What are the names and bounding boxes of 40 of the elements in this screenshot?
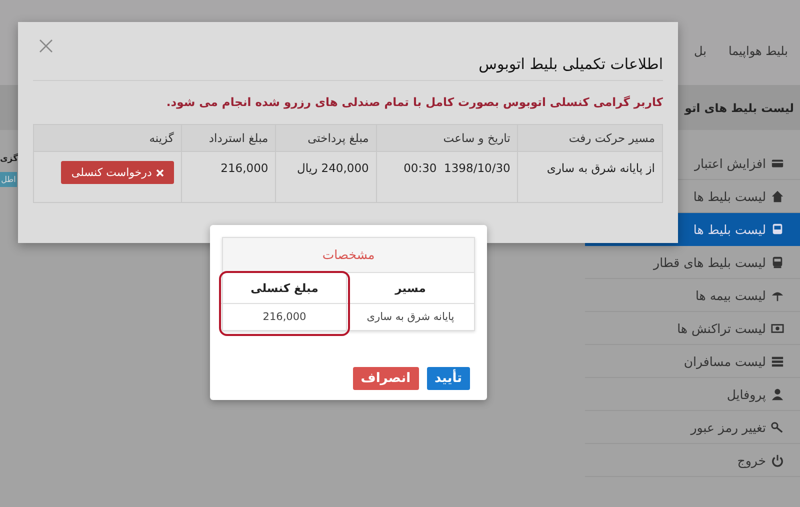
nav-link[interactable]: بل — [694, 28, 706, 58]
column-header: گزی — [0, 154, 18, 164]
table-cell-text: پایانه شرق به ساری — [366, 310, 456, 325]
x-icon — [156, 168, 164, 176]
notice-text: کاربر گرامی کنسلی اتوبوس بصورت کامل با تمام صندلی های رزرو شده انجام می شود. — [165, 95, 663, 109]
column-header: تاریخ و ساعت — [376, 124, 518, 152]
cancel-request-button[interactable]: درخواست کنسلی — [61, 161, 174, 184]
column-header: مبلغ کنسلی — [221, 273, 348, 304]
info-button[interactable]: اطل — [0, 172, 17, 187]
nav-link[interactable]: بلیط هواپیما — [728, 28, 788, 58]
bus-icon — [771, 223, 784, 236]
sidebar-item[interactable]: لیست بیمه ها — [585, 279, 800, 312]
train-icon — [771, 256, 784, 268]
home-icon — [771, 190, 784, 202]
table-cell: از پایانه شرق به ساری — [518, 152, 662, 202]
cancel-button[interactable]: انصراف — [352, 367, 419, 390]
page-title: لیست بلیط های اتو — [684, 100, 794, 114]
list-icon — [771, 354, 784, 368]
column-header: گزینه — [34, 124, 182, 152]
modal-title: اطلاعات تکمیلی بلیط اتوبوس — [478, 55, 663, 73]
power-icon — [771, 454, 784, 466]
table-cell: 240,000 ریال — [276, 152, 376, 202]
column-header: مبلغ پرداختی — [276, 124, 376, 152]
sidebar-item[interactable]: تغییر رمز عبور — [585, 411, 800, 444]
sidebar-item[interactable]: لیست مسافران — [585, 345, 800, 378]
table-cell: 1398/10/30 00:30 — [376, 152, 518, 202]
sidebar-item[interactable]: لیست بلیط های قطار — [585, 246, 800, 279]
sidebar-item[interactable]: خروج — [585, 444, 800, 477]
confirm-button[interactable]: تأیید — [426, 367, 470, 390]
sidebar-item[interactable]: لیست تراکنش ها — [585, 312, 800, 345]
column-header: مسیر — [347, 273, 474, 304]
panel-title: مشخصات — [223, 238, 474, 273]
column-header: مبلغ استرداد — [181, 124, 276, 152]
sidebar-item[interactable]: پروفایل — [585, 378, 800, 411]
banknote-icon — [771, 322, 784, 334]
column-header: مسیر حرکت رفت — [518, 124, 662, 152]
user-icon — [771, 388, 784, 400]
table-cell: 216,000 — [181, 152, 276, 202]
close-icon[interactable] — [39, 39, 53, 53]
table-cell-text: 216,000 — [262, 310, 308, 325]
